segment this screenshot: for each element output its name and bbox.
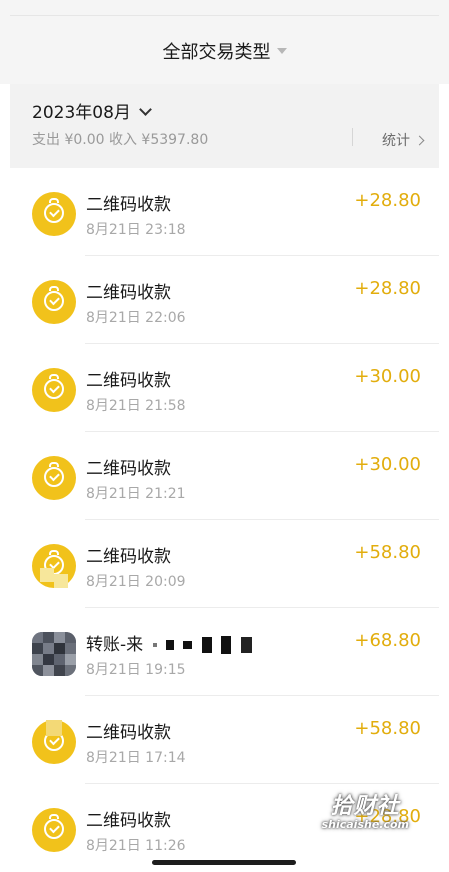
transaction-title: 二维码收款 — [86, 283, 171, 303]
transaction-time: 8月21日 19:15 — [86, 662, 186, 678]
transaction-type-filter[interactable]: 全部交易类型 — [0, 38, 449, 64]
transfer-title-text: 转账-来 — [86, 635, 144, 655]
stats-label: 统计 — [382, 133, 410, 149]
money-bag-icon — [32, 456, 76, 500]
top-divider — [10, 15, 439, 16]
transaction-amount: +68.80 — [354, 630, 421, 651]
money-bag-icon — [32, 280, 76, 324]
transaction-row[interactable]: 转账-来 8月21日 19:15 +68.80 — [0, 608, 449, 696]
transaction-time: 8月21日 11:26 — [86, 838, 186, 854]
top-bar: 全部交易类型 — [0, 0, 449, 84]
money-bag-icon — [32, 544, 76, 588]
home-indicator[interactable] — [152, 860, 296, 865]
transaction-row[interactable]: 二维码收款 8月21日 23:18 +28.80 — [0, 168, 449, 256]
stats-divider — [352, 128, 353, 146]
redacted-name — [183, 641, 193, 649]
transaction-title: 二维码收款 — [86, 547, 171, 567]
transaction-title: 二维码收款 — [86, 371, 171, 391]
stats-button[interactable]: 统计 — [382, 130, 425, 150]
transaction-list: 二维码收款 8月21日 23:18 +28.80 二维码收款 8月21日 22:… — [0, 168, 449, 872]
watermark-logo: 拾财社 shicaishe.com — [322, 788, 409, 831]
redacted-name — [152, 643, 157, 647]
transaction-title: 二维码收款 — [86, 195, 171, 215]
transaction-amount: +58.80 — [354, 542, 421, 563]
transaction-row[interactable]: 二维码收款 8月21日 21:58 +30.00 — [0, 344, 449, 432]
transaction-time: 8月21日 23:18 — [86, 222, 186, 238]
transaction-time: 8月21日 20:09 — [86, 574, 186, 590]
redacted-name — [165, 640, 174, 650]
month-summary: 2023年08月 支出 ¥0.00 收入 ¥5397.80 统计 — [10, 84, 439, 168]
month-label: 2023年08月 — [32, 103, 131, 123]
redacted-name — [240, 637, 252, 653]
transaction-time: 8月21日 22:06 — [86, 310, 186, 326]
transaction-time: 8月21日 21:21 — [86, 486, 186, 502]
transaction-amount: +58.80 — [354, 718, 421, 739]
transaction-time: 8月21日 17:14 — [86, 750, 186, 766]
filter-label: 全部交易类型 — [162, 42, 271, 63]
transaction-title: 二维码收款 — [86, 723, 171, 743]
watermark-sub-text: shicaishe.com — [321, 818, 409, 831]
transaction-amount: +30.00 — [354, 454, 421, 475]
watermark-main-text: 拾财社 — [330, 794, 400, 819]
avatar-icon — [32, 632, 76, 676]
transaction-amount: +28.80 — [354, 190, 421, 211]
money-bag-icon — [32, 720, 76, 764]
money-bag-icon — [32, 192, 76, 236]
money-bag-icon — [32, 808, 76, 852]
transaction-time: 8月21日 21:58 — [86, 398, 186, 414]
transaction-row[interactable]: 二维码收款 8月21日 21:21 +30.00 — [0, 432, 449, 520]
transaction-row[interactable]: 二维码收款 8月21日 20:09 +58.80 — [0, 520, 449, 608]
income-expense-summary: 支出 ¥0.00 收入 ¥5397.80 — [32, 132, 209, 148]
chevron-right-icon — [414, 135, 425, 146]
transaction-row[interactable]: 二维码收款 8月21日 17:14 +58.80 — [0, 696, 449, 784]
caret-down-icon — [276, 48, 287, 54]
transaction-amount: +28.80 — [354, 278, 421, 299]
redacted-name — [201, 637, 212, 653]
transaction-title: 转账-来 — [86, 630, 252, 655]
transaction-row[interactable]: 二维码收款 8月21日 22:06 +28.80 — [0, 256, 449, 344]
month-selector[interactable]: 2023年08月 — [32, 98, 152, 123]
money-bag-icon — [32, 368, 76, 412]
transaction-title: 二维码收款 — [86, 811, 171, 831]
redacted-name — [221, 636, 232, 654]
chevron-down-icon — [139, 103, 152, 116]
transaction-title: 二维码收款 — [86, 459, 171, 479]
transaction-amount: +30.00 — [354, 366, 421, 387]
